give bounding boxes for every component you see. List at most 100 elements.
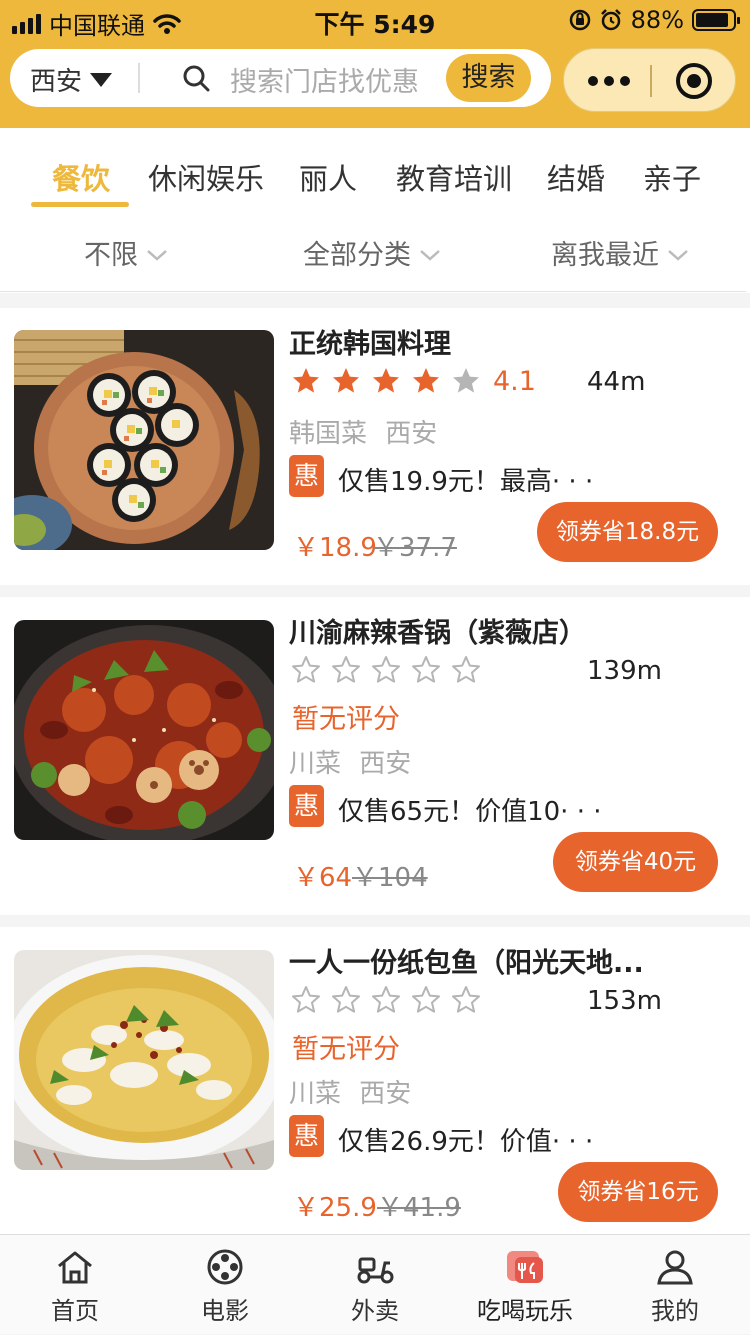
store-card[interactable]: 正统韩国料理 4.1 44m 韩国菜 西安 惠 仅售19.9元！最高· · · … <box>0 308 750 585</box>
close-miniprogram-icon[interactable] <box>676 63 712 99</box>
no-rating-label: 暂无评分 <box>292 704 400 735</box>
star-filled-icon <box>413 368 439 393</box>
deal-badge: 惠 <box>289 785 324 827</box>
distance-label: 44m <box>587 367 646 397</box>
offer-text: 仅售19.9元！最高· · · <box>338 467 594 497</box>
battery-fill <box>696 13 728 27</box>
star-filled-icon <box>333 368 359 393</box>
tab-profile-label: 我的 <box>651 1297 699 1325</box>
bottom-tab-bar: 首页 电影 外卖 吃喝玩乐 我的 <box>0 1234 750 1334</box>
tab-home-label: 首页 <box>51 1297 99 1325</box>
tab-movies[interactable]: 电影 <box>150 1235 300 1335</box>
category-panel: 餐饮 休闲娱乐 丽人 教育培训 结婚 亲子 不限 全部分类 离我最近 <box>0 128 750 293</box>
rating-score: 4.1 <box>493 366 536 397</box>
user-icon <box>657 1250 693 1285</box>
home-icon <box>58 1251 92 1284</box>
star-empty-icon <box>372 986 400 1013</box>
chevron-down-icon <box>668 249 688 261</box>
kimbap-photo <box>14 330 274 550</box>
status-bar: 中国联通 下午 5:49 88% <box>0 0 750 40</box>
tab-profile[interactable]: 我的 <box>600 1235 750 1335</box>
star-filled-icon <box>293 368 319 393</box>
search-input[interactable]: 搜索门店找优惠 <box>230 60 419 99</box>
city-label: 西安 <box>30 67 83 97</box>
original-price: ￥41.9 <box>377 1193 461 1223</box>
store-name[interactable]: 正统韩国料理 <box>289 322 451 361</box>
tab-takeout[interactable]: 外卖 <box>300 1235 450 1335</box>
capsule-divider <box>650 65 652 97</box>
star-empty-icon <box>332 986 360 1013</box>
star-empty-icon <box>412 656 440 683</box>
search-button[interactable]: 搜索 <box>446 54 531 102</box>
divider <box>0 291 746 292</box>
star-empty-icon <box>372 656 400 683</box>
store-card[interactable]: 一人一份纸包鱼（阳光天地... 153m 暂无评分 川菜 西安 惠 仅售26.9… <box>0 927 750 1234</box>
alarm-icon <box>600 9 621 31</box>
filter-category-label: 全部分类 <box>303 240 411 271</box>
distance-label: 153m <box>587 986 662 1016</box>
filter-area-label: 不限 <box>84 240 138 271</box>
orientation-lock-icon <box>569 9 590 31</box>
store-name[interactable]: 川渝麻辣香锅（紫薇店） <box>289 611 586 650</box>
deal-price: ￥64 <box>293 863 353 893</box>
tab-education[interactable]: 教育培训 <box>396 156 512 198</box>
search-divider <box>138 63 140 93</box>
filter-sort-label: 离我最近 <box>551 240 659 271</box>
no-rating-label: 暂无评分 <box>292 1034 400 1065</box>
deal-badge: 惠 <box>289 1115 324 1157</box>
star-empty-icon <box>452 656 480 683</box>
active-tab-indicator <box>31 202 129 207</box>
rating-stars <box>291 655 481 685</box>
fish-soup-photo <box>14 950 274 1170</box>
battery-icon <box>692 9 740 31</box>
filter-area[interactable]: 不限 <box>84 233 168 272</box>
store-name[interactable]: 一人一份纸包鱼（阳光天地... <box>289 941 644 980</box>
tab-takeout-label: 外卖 <box>351 1297 399 1325</box>
tab-wedding[interactable]: 结婚 <box>547 156 605 198</box>
get-coupon-button[interactable]: 领券省18.8元 <box>537 502 718 562</box>
original-price: ￥104 <box>352 863 428 893</box>
spicy-hotpot-photo <box>14 620 274 840</box>
store-tags: 韩国菜 西安 <box>289 419 438 449</box>
search-bar[interactable]: 西安 搜索门店找优惠 搜索 <box>10 49 551 107</box>
tab-food-fun-label: 吃喝玩乐 <box>477 1297 573 1325</box>
star-empty-icon <box>292 656 320 683</box>
get-coupon-button[interactable]: 领券省40元 <box>553 832 718 892</box>
rating-stars <box>291 366 481 396</box>
filter-sort[interactable]: 离我最近 <box>551 233 689 272</box>
original-price: ￥37.7 <box>373 533 457 563</box>
store-tags: 川菜 西安 <box>289 1079 412 1109</box>
chevron-down-icon <box>147 249 167 261</box>
battery-percent: 88% <box>630 6 684 34</box>
tab-movies-label: 电影 <box>201 1297 249 1325</box>
star-empty-icon <box>332 656 360 683</box>
tab-family[interactable]: 亲子 <box>643 156 701 198</box>
city-selector[interactable]: 西安 <box>30 61 113 98</box>
deal-price: ￥18.9 <box>293 533 377 563</box>
filter-category[interactable]: 全部分类 <box>303 233 441 272</box>
rating-stars <box>291 985 481 1015</box>
food-icon <box>507 1251 543 1283</box>
more-icon[interactable] <box>584 67 634 95</box>
miniprogram-capsule <box>563 48 736 112</box>
tab-home[interactable]: 首页 <box>0 1235 150 1335</box>
star-empty-icon <box>292 986 320 1013</box>
chevron-down-icon <box>420 249 440 261</box>
star-empty-icon <box>453 368 479 393</box>
tab-beauty[interactable]: 丽人 <box>299 156 357 198</box>
header: 中国联通 下午 5:49 88% 西安 搜索门店找优惠 搜索 <box>0 0 750 128</box>
deal-price: ￥25.9 <box>293 1193 377 1223</box>
star-empty-icon <box>452 986 480 1013</box>
store-card[interactable]: 川渝麻辣香锅（紫薇店） 139m 暂无评分 川菜 西安 惠 仅售65元！价值10… <box>0 597 750 915</box>
tab-catering[interactable]: 餐饮 <box>52 156 110 198</box>
star-filled-icon <box>373 368 399 393</box>
offer-text: 仅售26.9元！价值· · · <box>338 1127 594 1157</box>
search-icon <box>183 65 210 92</box>
store-tags: 川菜 西安 <box>289 749 412 779</box>
tab-leisure[interactable]: 休闲娱乐 <box>148 156 264 198</box>
film-reel-icon <box>207 1249 243 1285</box>
get-coupon-button[interactable]: 领券省16元 <box>558 1162 718 1222</box>
caret-down-icon <box>90 72 113 87</box>
tab-food-fun[interactable]: 吃喝玩乐 <box>450 1235 600 1335</box>
scooter-icon <box>357 1257 394 1284</box>
